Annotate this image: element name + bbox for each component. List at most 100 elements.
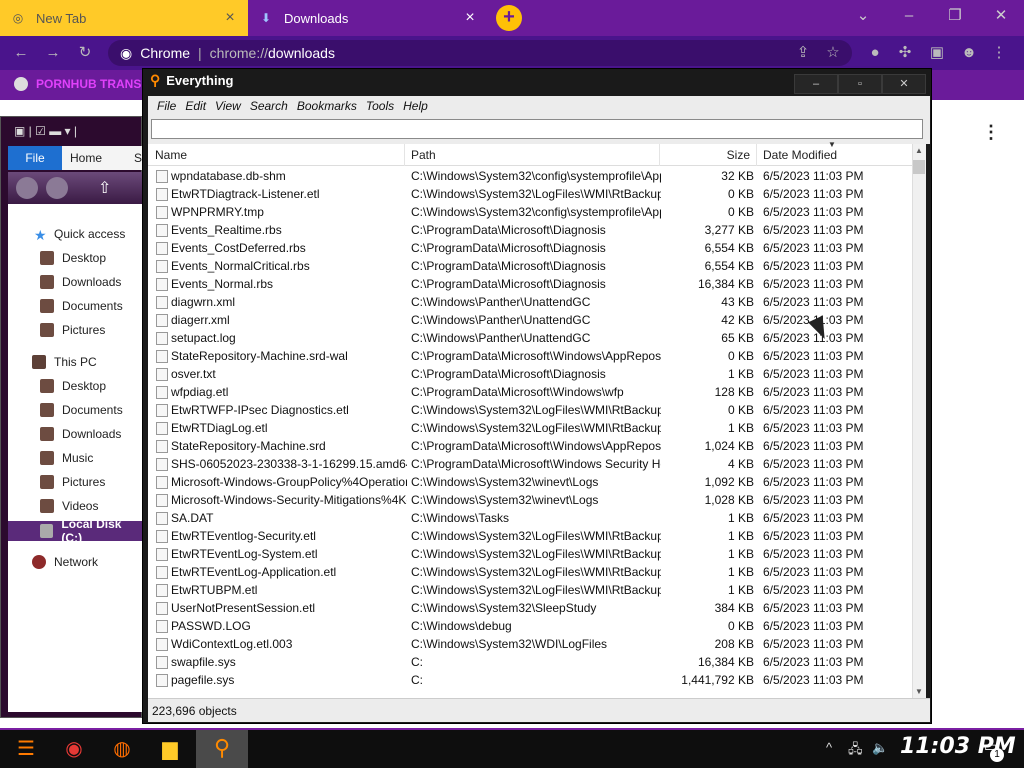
result-row[interactable]: wpndatabase.db-shm C:\Windows\System32\co…: [148, 167, 912, 185]
extensions-icon[interactable]: ✣: [892, 40, 918, 66]
result-row[interactable]: Microsoft-Windows-GroupPolicy%4Operation…: [148, 473, 912, 491]
firefox-icon[interactable]: ◍: [106, 732, 138, 764]
nav-quick-access[interactable]: ★ Quick access: [8, 224, 142, 244]
menu-search[interactable]: Search: [241, 99, 288, 113]
scroll-down-icon[interactable]: ▼: [915, 687, 923, 696]
nav-documents[interactable]: Documents: [8, 296, 142, 316]
minimize-icon[interactable]: –: [886, 4, 932, 28]
bookmark-item[interactable]: PORNHUB TRANS: [14, 77, 141, 91]
result-row[interactable]: Events_Normal.rbs C:\ProgramData\Microsof…: [148, 275, 912, 293]
nav-pc-documents[interactable]: Documents: [8, 400, 142, 420]
result-row[interactable]: StateRepository-Machine.srd-wal C:\Progra…: [148, 347, 912, 365]
result-row[interactable]: Microsoft-Windows-Security-Mitigations%4…: [148, 491, 912, 509]
search-input[interactable]: [151, 119, 923, 139]
chrome-icon[interactable]: ◉: [58, 732, 90, 764]
result-row[interactable]: Events_Realtime.rbs C:\ProgramData\Micros…: [148, 221, 912, 239]
close-tab-icon[interactable]: ×: [222, 9, 238, 27]
result-row[interactable]: diagwrn.xml C:\Windows\Panther\UnattendGC…: [148, 293, 912, 311]
up-icon[interactable]: ⇧: [98, 178, 111, 198]
new-tab-button[interactable]: +: [496, 5, 522, 31]
menu-file[interactable]: File: [148, 99, 176, 113]
sidepanel-icon[interactable]: ▣: [924, 40, 950, 66]
tray-chevron-icon[interactable]: ^: [826, 740, 832, 755]
result-row[interactable]: UserNotPresentSession.etl C:\Windows\Syst…: [148, 599, 912, 617]
close-tab-icon[interactable]: ×: [462, 9, 478, 27]
menu-view[interactable]: View: [206, 99, 241, 113]
result-row[interactable]: swapfile.sys C: 16,384 KB 6/5/2023 11:03 PM: [148, 653, 912, 671]
column-name-header[interactable]: Name: [148, 144, 405, 166]
forward-icon[interactable]: →: [40, 40, 66, 66]
bookmark-star-icon[interactable]: ☆: [820, 40, 846, 66]
column-size-header[interactable]: Size: [660, 144, 757, 166]
minimize-button[interactable]: –: [794, 74, 838, 94]
restore-icon[interactable]: ❐: [932, 4, 978, 28]
result-row[interactable]: WPNPRMRY.tmp C:\Windows\System32\config\s…: [148, 203, 912, 221]
extension-avatar-icon[interactable]: ●: [862, 40, 888, 66]
profile-avatar-icon[interactable]: ☻: [956, 40, 982, 66]
file-explorer-icon[interactable]: ▆: [154, 732, 186, 764]
share-icon[interactable]: ⇪: [790, 40, 816, 66]
result-row[interactable]: StateRepository-Machine.srd C:\ProgramDat…: [148, 437, 912, 455]
result-row[interactable]: SHS-06052023-230338-3-1-16299.15.amd64f.…: [148, 455, 912, 473]
tab-downloads[interactable]: ⬇ Downloads ×: [248, 0, 488, 36]
result-path: C:\Windows\System32\LogFiles\WMI\RtBacku…: [411, 565, 661, 579]
result-row[interactable]: SA.DAT C:\Windows\Tasks 1 KB 6/5/2023 11:03…: [148, 509, 912, 527]
close-window-icon[interactable]: ✕: [978, 4, 1024, 28]
address-bar[interactable]: ◉ Chrome | chrome:// downloads: [108, 40, 852, 66]
result-row[interactable]: setupact.log C:\Windows\Panther\UnattendG…: [148, 329, 912, 347]
explorer-quick-toolbar-icons[interactable]: ▣ | ☑ ▬ ▾ |: [14, 124, 77, 138]
chevron-down-icon[interactable]: ⌄: [840, 4, 886, 28]
volume-icon[interactable]: 🔈: [872, 740, 888, 756]
result-path: C:\Windows\System32\WDI\LogFiles: [411, 637, 608, 651]
menu-kebab-icon[interactable]: ⋮: [986, 40, 1012, 66]
network-icon[interactable]: 🖧: [848, 740, 863, 762]
result-row[interactable]: PASSWD.LOG C:\Windows\debug 0 KB 6/5/2023 1…: [148, 617, 912, 635]
menu-tools[interactable]: Tools: [357, 99, 394, 113]
nav-network[interactable]: Network: [8, 552, 142, 572]
column-path-header[interactable]: Path: [405, 144, 660, 166]
result-row[interactable]: WdiContextLog.etl.003 C:\Windows\System32…: [148, 635, 912, 653]
result-row[interactable]: EtwRTDiagLog.etl C:\Windows\System32\LogF…: [148, 419, 912, 437]
nav-pictures[interactable]: Pictures: [8, 320, 142, 340]
close-button[interactable]: ✕: [882, 74, 926, 94]
nav-pc-pictures[interactable]: Pictures: [8, 472, 142, 492]
result-row[interactable]: pagefile.sys C: 1,441,792 KB 6/5/2023 11:03…: [148, 671, 912, 689]
result-row[interactable]: EtwRTWFP-IPsec Diagnostics.etl C:\Windows…: [148, 401, 912, 419]
reload-icon[interactable]: ↻: [72, 40, 98, 66]
result-row[interactable]: Events_NormalCritical.rbs C:\ProgramData\…: [148, 257, 912, 275]
start-icon[interactable]: ☰: [10, 732, 42, 764]
everything-icon[interactable]: ⚲: [206, 732, 238, 764]
vertical-scrollbar[interactable]: ▲ ▼: [912, 144, 926, 698]
back-icon[interactable]: [16, 177, 38, 199]
nav-downloads[interactable]: Downloads: [8, 272, 142, 292]
forward-icon[interactable]: [46, 177, 68, 199]
back-icon[interactable]: ←: [8, 40, 34, 66]
maximize-button[interactable]: ▫: [838, 74, 882, 94]
downloads-menu-icon[interactable]: ⋮: [982, 122, 1000, 143]
result-row[interactable]: EtwRTEventLog-Application.etl C:\Windows\…: [148, 563, 912, 581]
ribbon-home-tab[interactable]: Home: [70, 146, 102, 170]
nav-desktop[interactable]: Desktop: [8, 248, 142, 268]
result-row[interactable]: EtwRTEventlog-Security.etl C:\Windows\Sys…: [148, 527, 912, 545]
ribbon-file-tab[interactable]: File: [8, 146, 62, 170]
nav-local-disk[interactable]: Local Disk (C:): [8, 517, 142, 545]
result-row[interactable]: EtwRTDiagtrack-Listener.etl C:\Windows\Sy…: [148, 185, 912, 203]
ribbon-share-tab[interactable]: S: [134, 146, 142, 170]
nav-pc-videos[interactable]: Videos: [8, 496, 142, 516]
result-row[interactable]: EtwRTUBPM.etl C:\Windows\System32\LogFile…: [148, 581, 912, 599]
menu-edit[interactable]: Edit: [176, 99, 206, 113]
result-row[interactable]: EtwRTEventLog-System.etl C:\Windows\Syste…: [148, 545, 912, 563]
result-row[interactable]: osver.txt C:\ProgramData\Microsoft\Diagno…: [148, 365, 912, 383]
nav-pc-desktop[interactable]: Desktop: [8, 376, 142, 396]
nav-pc-music[interactable]: Music: [8, 448, 142, 468]
scrollbar-thumb[interactable]: [913, 160, 925, 174]
nav-pc-downloads[interactable]: Downloads: [8, 424, 142, 444]
menu-bookmarks[interactable]: Bookmarks: [288, 99, 357, 113]
result-row[interactable]: wfpdiag.etl C:\ProgramData\Microsoft\Wind…: [148, 383, 912, 401]
tab-new-tab[interactable]: ◎ New Tab ×: [0, 0, 248, 36]
scroll-up-icon[interactable]: ▲: [915, 146, 923, 155]
menu-help[interactable]: Help: [394, 99, 428, 113]
result-row[interactable]: diagerr.xml C:\Windows\Panther\UnattendGC…: [148, 311, 912, 329]
result-row[interactable]: Events_CostDeferred.rbs C:\ProgramData\Mi…: [148, 239, 912, 257]
nav-this-pc[interactable]: This PC: [8, 352, 142, 372]
